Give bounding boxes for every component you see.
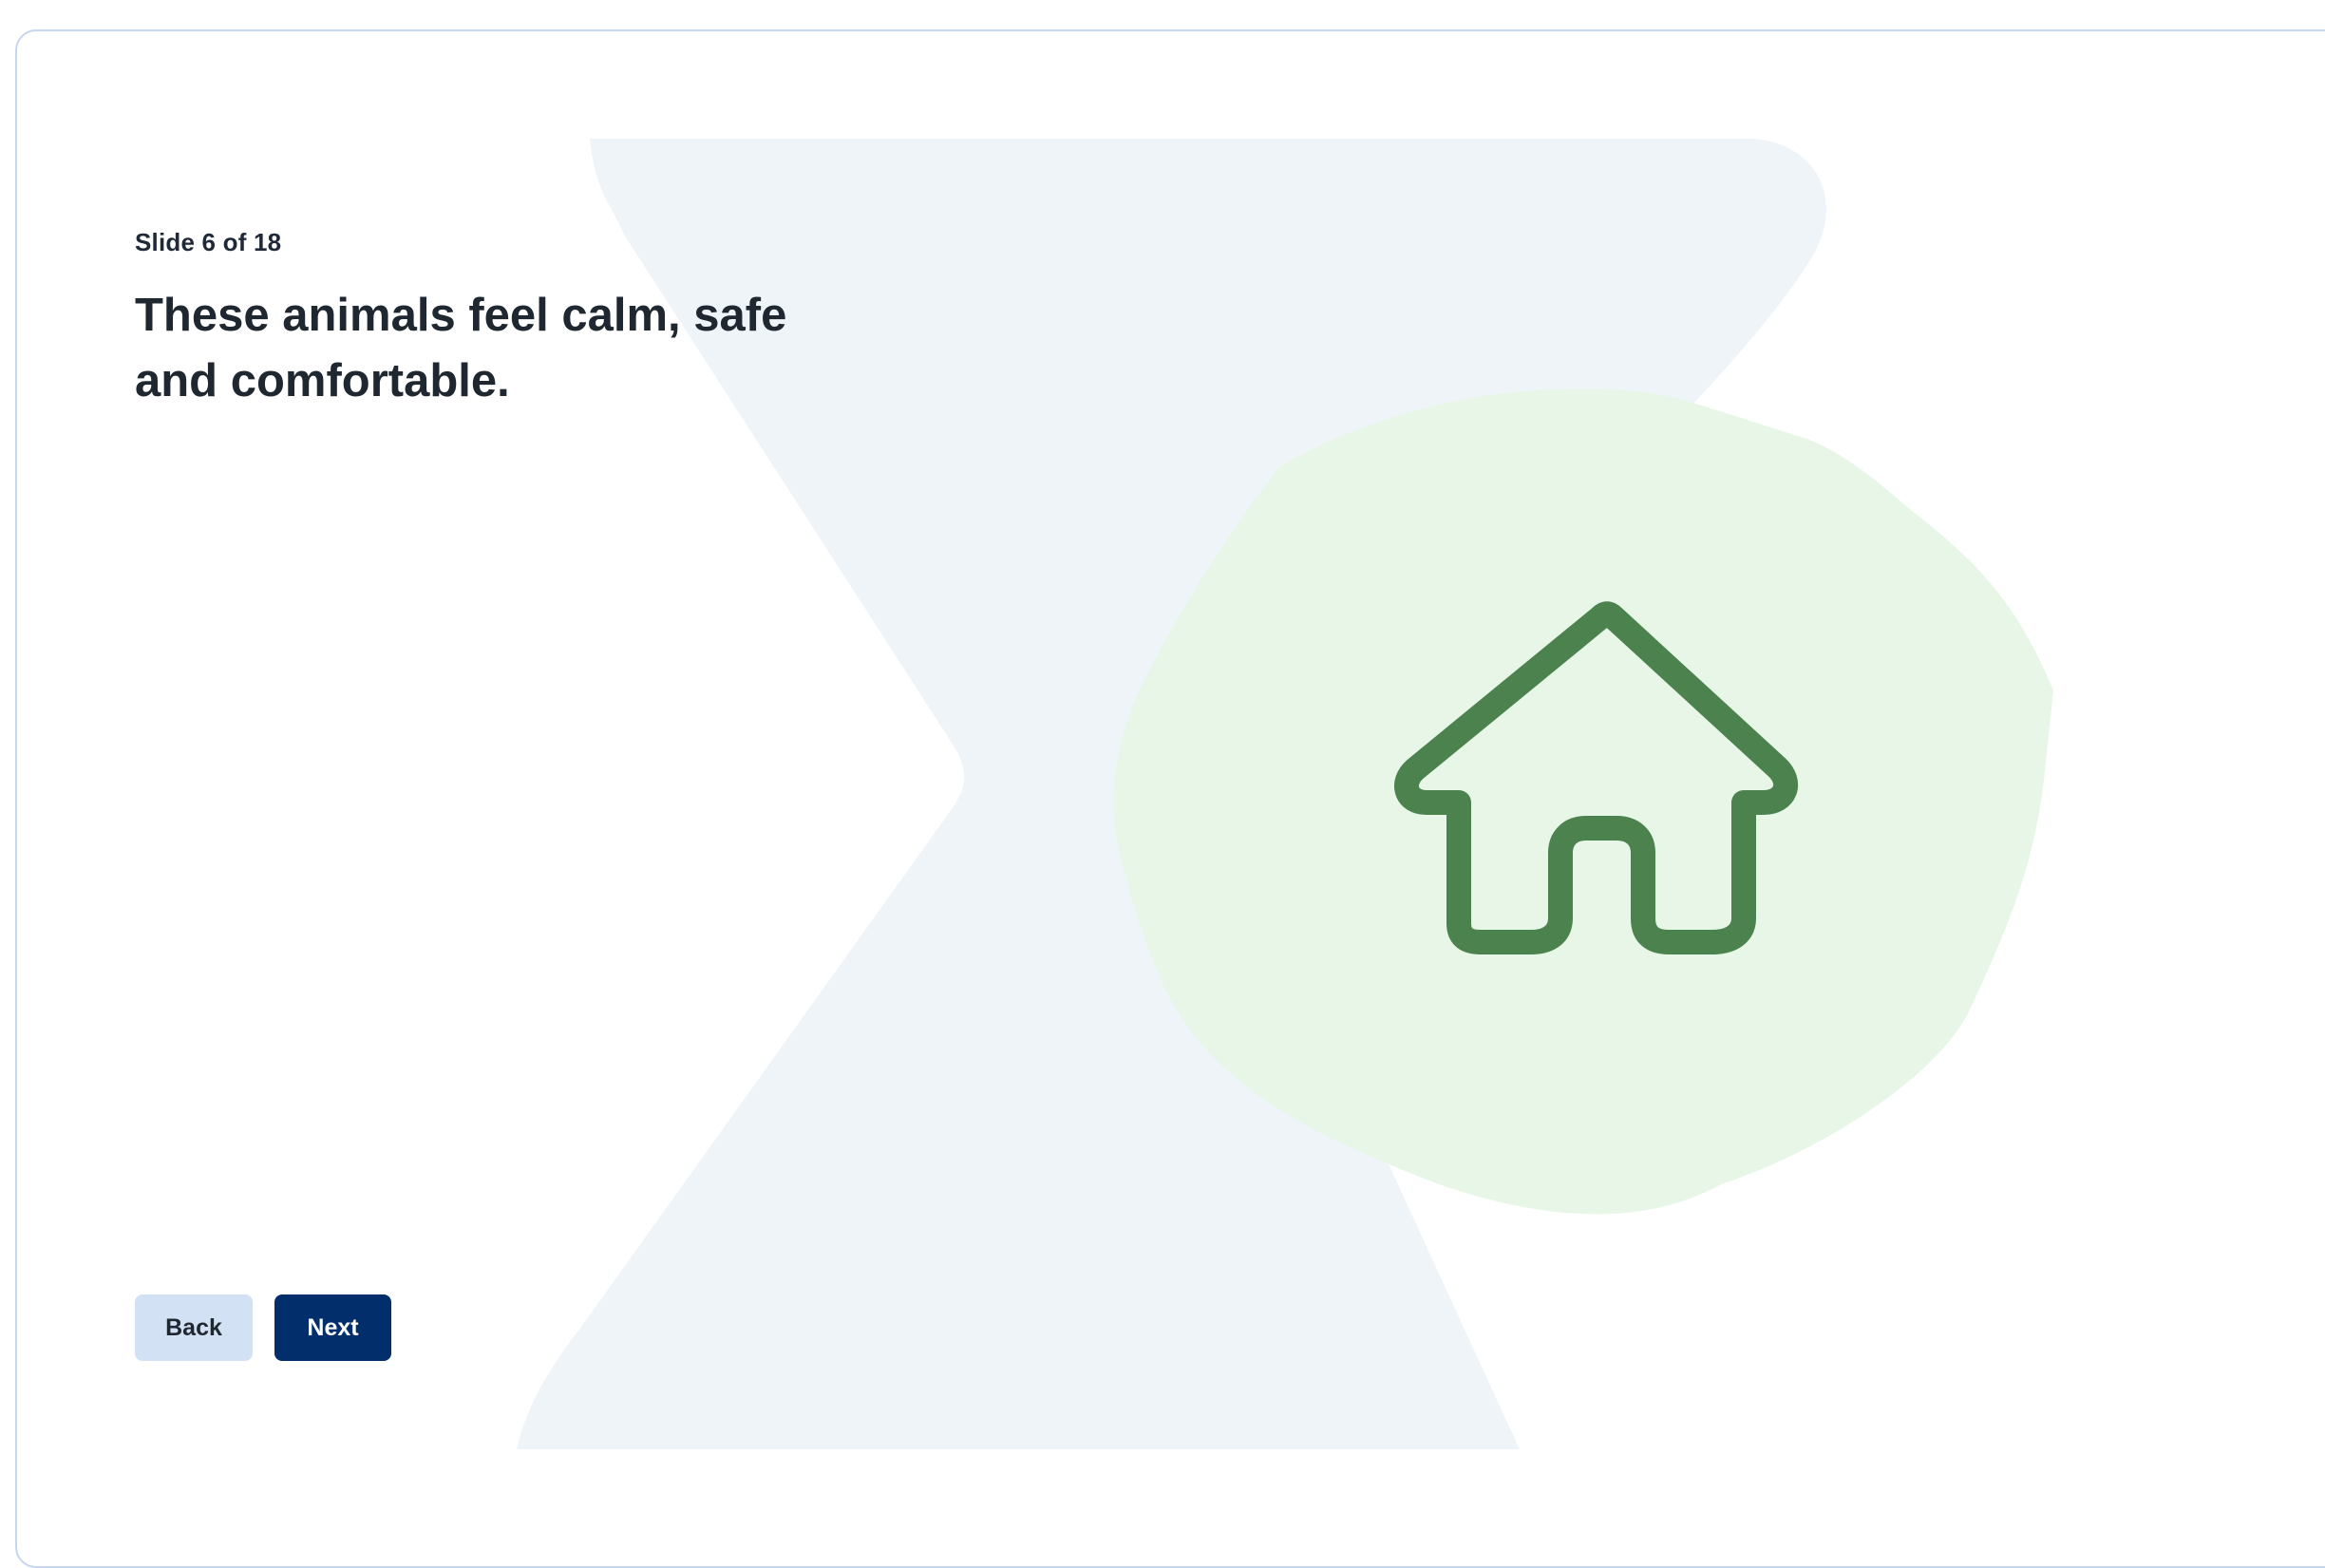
slide-title: These animals feel calm, safe and comfor…: [135, 290, 787, 406]
back-button[interactable]: Back: [135, 1294, 253, 1361]
green-blob-shape: [1113, 388, 2053, 1215]
next-button[interactable]: Next: [274, 1294, 391, 1361]
slide-counter: Slide 6 of 18: [135, 228, 282, 256]
